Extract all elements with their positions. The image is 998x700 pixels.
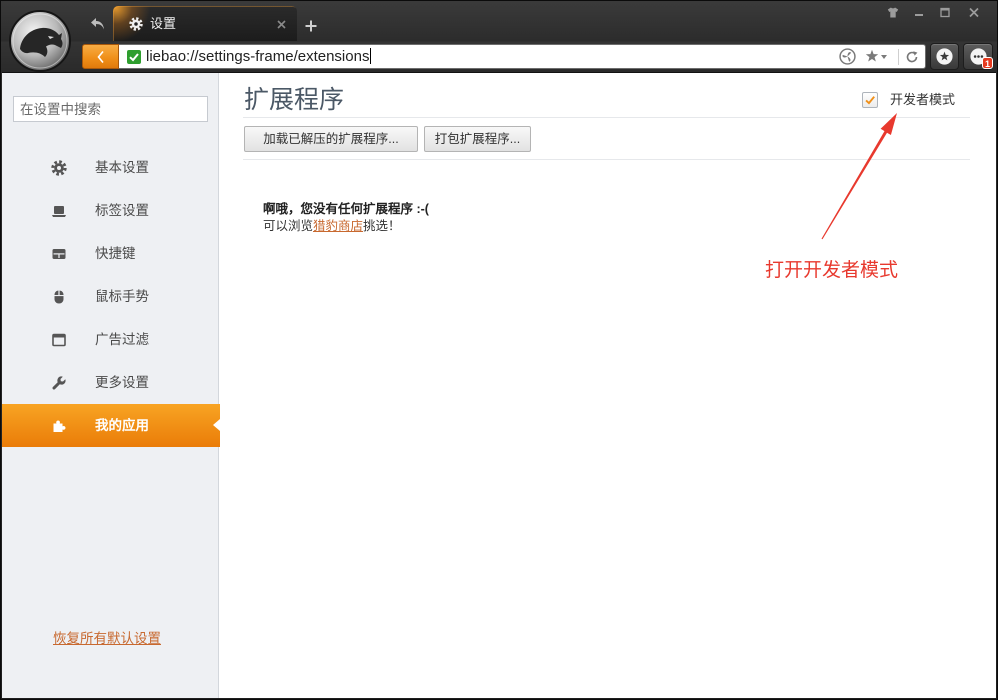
- sidebar-item-label: 更多设置: [95, 375, 149, 390]
- restore-icon[interactable]: [939, 7, 951, 18]
- window-icon: [51, 332, 67, 348]
- annotation-overlay: [821, 113, 897, 240]
- settings-page: 基本设置 标签设置 快捷键 鼠标手势: [2, 72, 996, 698]
- text-caret: [370, 48, 372, 64]
- extensions-panel: 扩展程序 开发者模式 加载已解压的扩展程序... 打包扩展程序... 啊哦，您没…: [220, 73, 996, 698]
- secure-check-icon[interactable]: [127, 50, 141, 64]
- browser-window: 设置 liebao://settings-frame/extensions 1 …: [0, 0, 998, 700]
- sidebar-item-shortcuts[interactable]: 快捷键: [2, 232, 219, 275]
- refresh-icon[interactable]: [905, 50, 919, 64]
- turbo-icon[interactable]: [839, 48, 856, 65]
- divider: [243, 117, 970, 118]
- close-icon[interactable]: [968, 7, 980, 18]
- sidebar-item-label: 我的应用: [95, 418, 149, 433]
- sidebar-item-ad-filter[interactable]: 广告过滤: [2, 318, 219, 361]
- sidebar-item-label: 基本设置: [95, 160, 149, 175]
- new-tab-plus-icon[interactable]: [305, 20, 317, 32]
- wrench-icon: [51, 375, 67, 391]
- mouse-icon: [51, 289, 67, 305]
- shortcut-keys-icon: [51, 246, 67, 262]
- liebao-logo[interactable]: [8, 9, 72, 73]
- back-arrow-icon[interactable]: [90, 17, 106, 31]
- page-title: 扩展程序: [244, 86, 345, 114]
- laptop-icon: [51, 203, 67, 219]
- gear-icon: [129, 17, 143, 31]
- star-icon: [936, 48, 953, 65]
- sidebar-item-more-settings[interactable]: 更多设置: [2, 361, 219, 404]
- empty-state-prefix: 可以浏览: [263, 219, 314, 233]
- sidebar-item-label: 鼠标手势: [95, 289, 149, 304]
- address-text-area[interactable]: liebao://settings-frame/extensions: [146, 45, 372, 68]
- annotation-text: 打开开发者模式: [765, 260, 899, 281]
- pack-extension-button[interactable]: 打包扩展程序...: [424, 126, 531, 152]
- sidebar-item-label: 广告过滤: [95, 332, 149, 347]
- sidebar-item-label: 标签设置: [95, 203, 149, 218]
- developer-mode-checkbox[interactable]: [862, 92, 878, 108]
- favorite-star-icon[interactable]: [865, 49, 879, 63]
- minimize-icon[interactable]: [913, 7, 925, 18]
- settings-sidebar: 基本设置 标签设置 快捷键 鼠标手势: [2, 73, 220, 698]
- store-link[interactable]: 猎豹商店: [313, 219, 363, 233]
- load-unpacked-button[interactable]: 加载已解压的扩展程序...: [244, 126, 418, 152]
- divider: [243, 159, 970, 160]
- puzzle-icon: [51, 418, 67, 434]
- sidebar-item-mouse-gestures[interactable]: 鼠标手势: [2, 275, 219, 318]
- chevron-down-icon[interactable]: [881, 55, 887, 59]
- empty-state-suffix: 挑选！: [363, 219, 401, 233]
- tab-title: 设置: [150, 16, 177, 31]
- gear-icon: [51, 159, 67, 176]
- sidebar-item-tab-settings[interactable]: 标签设置: [2, 189, 219, 232]
- skin-icon[interactable]: [887, 7, 899, 18]
- notification-badge: 1: [982, 57, 994, 69]
- sidebar-item-my-apps[interactable]: 我的应用: [2, 404, 220, 447]
- sidebar-item-basic-settings[interactable]: 基本设置: [2, 146, 219, 189]
- annotation-arrow: [821, 113, 897, 240]
- settings-search-input[interactable]: [13, 96, 208, 122]
- bookmarks-button[interactable]: [930, 43, 959, 70]
- toolbar-separator: [898, 49, 899, 65]
- back-button[interactable]: [82, 44, 119, 69]
- tab-settings[interactable]: 设置: [113, 6, 297, 41]
- restore-defaults-link[interactable]: 恢复所有默认设置: [53, 630, 161, 648]
- chevron-left-icon: [96, 50, 106, 64]
- empty-state-hint: 可以浏览猎豹商店挑选！: [263, 218, 401, 235]
- tab-close-icon[interactable]: [277, 20, 286, 29]
- address-url: liebao://settings-frame/extensions: [146, 48, 370, 65]
- sidebar-item-label: 快捷键: [95, 246, 136, 261]
- checkmark-icon: [863, 93, 877, 107]
- empty-state-headline: 啊哦，您没有任何扩展程序 :-(: [263, 202, 429, 216]
- address-bar[interactable]: liebao://settings-frame/extensions: [119, 44, 926, 69]
- developer-mode-label[interactable]: 开发者模式: [890, 91, 955, 109]
